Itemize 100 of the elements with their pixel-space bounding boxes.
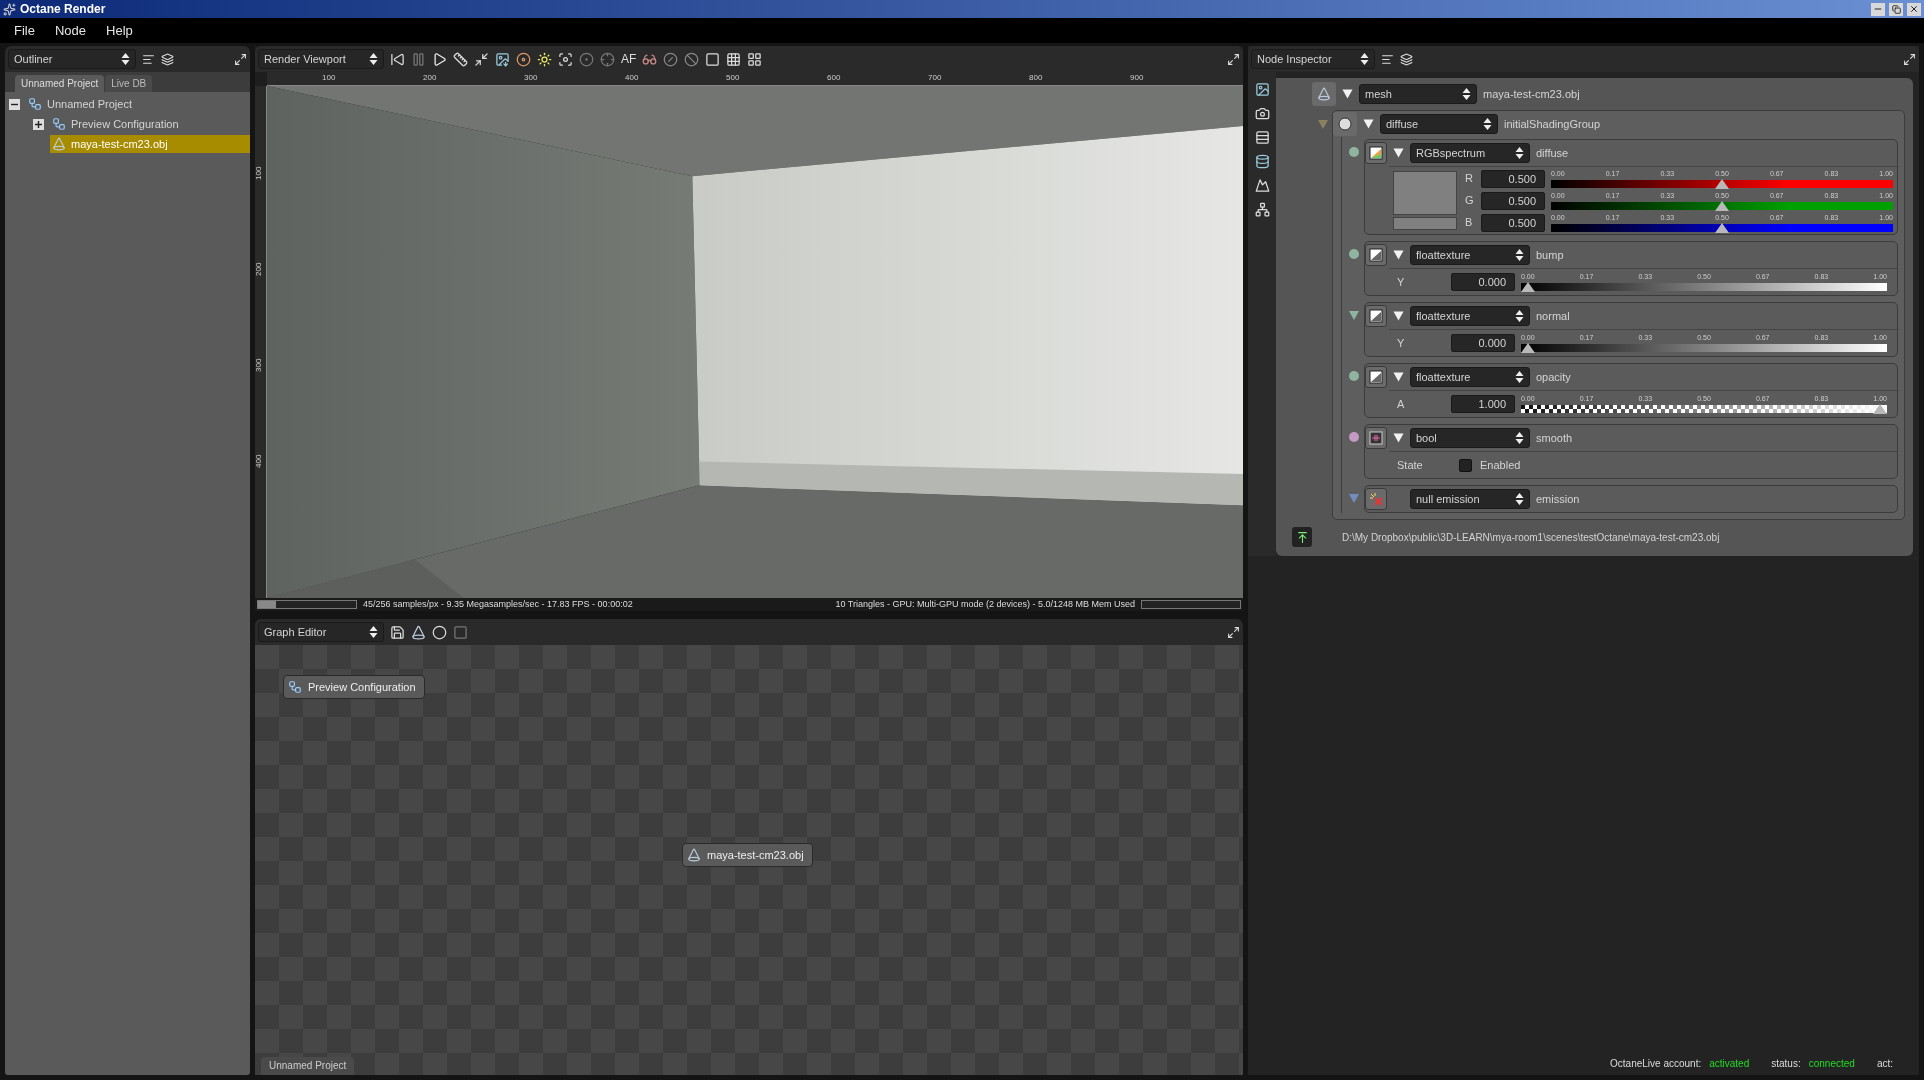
project-tab[interactable]: Unnamed Project xyxy=(261,1057,355,1075)
layers-icon[interactable] xyxy=(1400,52,1413,66)
value-field[interactable]: 0.500 xyxy=(1481,191,1545,210)
export-button[interactable] xyxy=(1292,527,1312,547)
align-icon[interactable] xyxy=(142,52,155,66)
slider-track[interactable] xyxy=(1521,403,1887,414)
sphere-icon[interactable] xyxy=(432,624,447,640)
slider-track[interactable] xyxy=(1521,342,1887,353)
layout-grid-icon[interactable] xyxy=(747,51,763,67)
circle-dot-icon[interactable] xyxy=(579,51,594,67)
panel-tab[interactable]: Live DB xyxy=(105,75,153,92)
autofocus-button[interactable]: AF xyxy=(621,50,637,68)
menu-item[interactable]: File xyxy=(4,20,45,41)
type-dropdown[interactable]: RGBspectrum xyxy=(1410,143,1530,163)
type-dropdown[interactable]: floattexture xyxy=(1410,367,1530,387)
checkbox[interactable] xyxy=(1459,458,1472,472)
color-swatch[interactable] xyxy=(1393,171,1457,215)
panel-dropdown[interactable]: Node Inspector xyxy=(1251,49,1375,69)
save-icon[interactable] xyxy=(390,624,405,640)
crosshair-icon[interactable] xyxy=(600,51,615,67)
ruler-icon[interactable] xyxy=(453,51,468,67)
grid-icon[interactable] xyxy=(726,51,742,67)
type-dropdown[interactable]: diffuse xyxy=(1380,114,1498,134)
minimize-button[interactable] xyxy=(1871,2,1885,16)
pause-icon[interactable] xyxy=(411,51,426,67)
panel-dropdown[interactable]: Graph Editor xyxy=(258,622,384,642)
graph-canvas[interactable]: Preview Configuration maya-test-cm23.obj Unnamed Project xyxy=(255,645,1243,1075)
expand-box-icon[interactable] xyxy=(33,118,44,130)
app-logo-icon xyxy=(3,2,16,16)
color-swatch[interactable] xyxy=(1393,217,1457,230)
value-field[interactable]: 0.500 xyxy=(1481,169,1545,188)
restore-button[interactable] xyxy=(1889,2,1903,16)
mesh-node-button[interactable] xyxy=(1312,82,1336,106)
collapse-triangle-icon[interactable] xyxy=(1393,250,1404,260)
collapse-triangle-icon[interactable] xyxy=(1363,119,1374,129)
cone-icon[interactable] xyxy=(411,624,426,640)
ban-icon[interactable] xyxy=(684,51,700,67)
focus-icon[interactable] xyxy=(558,51,573,67)
value-field[interactable]: 0.500 xyxy=(1481,213,1545,232)
collapse-triangle-icon[interactable] xyxy=(1342,89,1353,99)
type-dropdown[interactable]: null emission xyxy=(1410,489,1530,509)
graph-node[interactable]: maya-test-cm23.obj xyxy=(682,843,813,867)
slider-thumb[interactable] xyxy=(1521,282,1535,292)
param-label: State xyxy=(1397,457,1424,473)
tree-item[interactable]: Preview Configuration xyxy=(50,115,250,133)
color-texture-icon[interactable] xyxy=(1365,142,1387,164)
slider-track[interactable] xyxy=(1551,221,1893,233)
slider-thumb[interactable] xyxy=(1521,343,1535,353)
type-dropdown[interactable]: floattexture xyxy=(1410,245,1530,265)
image-icon[interactable] xyxy=(1254,82,1270,97)
no-emission-icon[interactable] xyxy=(1365,488,1387,510)
fit-icon[interactable] xyxy=(474,51,489,67)
type-dropdown[interactable]: floattexture xyxy=(1410,306,1530,326)
float-texture-icon[interactable] xyxy=(1365,244,1387,266)
sun-icon[interactable] xyxy=(537,51,552,67)
menu-item[interactable]: Help xyxy=(96,20,143,41)
slider-thumb[interactable] xyxy=(1715,200,1729,211)
menu-item[interactable]: Node xyxy=(44,20,97,41)
value-field[interactable]: 0.000 xyxy=(1451,273,1515,291)
mountain-icon[interactable] xyxy=(1254,178,1270,193)
slider-thumb[interactable] xyxy=(1715,222,1729,233)
graph-node[interactable]: Preview Configuration xyxy=(283,675,425,699)
type-dropdown[interactable]: bool xyxy=(1410,428,1530,448)
value-field[interactable]: 1.000 xyxy=(1451,395,1515,413)
database-icon[interactable] xyxy=(1254,154,1270,169)
collapse-box-icon[interactable] xyxy=(9,98,20,110)
panel-dropdown[interactable]: Render Viewport xyxy=(258,49,384,69)
material-button[interactable] xyxy=(1333,112,1357,136)
maximize-icon[interactable] xyxy=(1227,625,1240,639)
layers-icon[interactable] xyxy=(161,52,174,66)
play-icon[interactable] xyxy=(432,51,447,67)
panel-tab[interactable]: Unnamed Project xyxy=(15,75,105,92)
collapse-triangle-icon[interactable] xyxy=(1393,372,1404,382)
circle-slash-icon[interactable] xyxy=(663,51,679,67)
float-texture-icon[interactable] xyxy=(1365,305,1387,327)
camera-icon[interactable] xyxy=(1254,106,1270,121)
align-icon[interactable] xyxy=(1381,52,1394,66)
value-field[interactable]: 0.000 xyxy=(1451,334,1515,352)
type-dropdown[interactable]: mesh xyxy=(1359,84,1477,104)
slider-thumb[interactable] xyxy=(1715,178,1729,189)
skip-back-icon[interactable] xyxy=(390,51,405,67)
disc-icon[interactable] xyxy=(516,51,531,67)
maximize-icon[interactable] xyxy=(1903,52,1916,66)
network-icon[interactable] xyxy=(1254,202,1270,217)
slider-track[interactable] xyxy=(1551,199,1893,211)
panel-dropdown[interactable]: Outliner xyxy=(8,49,136,69)
collapse-triangle-icon[interactable] xyxy=(1393,311,1404,321)
slider-track[interactable] xyxy=(1521,281,1887,292)
image-save-icon[interactable] xyxy=(495,51,510,67)
float-texture-icon[interactable] xyxy=(1365,366,1387,388)
collapse-triangle-icon[interactable] xyxy=(1393,433,1404,443)
maximize-icon[interactable] xyxy=(234,52,247,66)
close-button[interactable] xyxy=(1907,2,1921,16)
tree-item[interactable]: Unnamed Project xyxy=(26,95,250,113)
maximize-icon[interactable] xyxy=(1227,52,1240,66)
collapse-triangle-icon[interactable] xyxy=(1393,148,1404,158)
rows-icon[interactable] xyxy=(1254,130,1270,145)
slider-track[interactable] xyxy=(1551,177,1893,189)
slider-thumb[interactable] xyxy=(1873,404,1887,414)
toggle-icon[interactable] xyxy=(1365,427,1387,449)
